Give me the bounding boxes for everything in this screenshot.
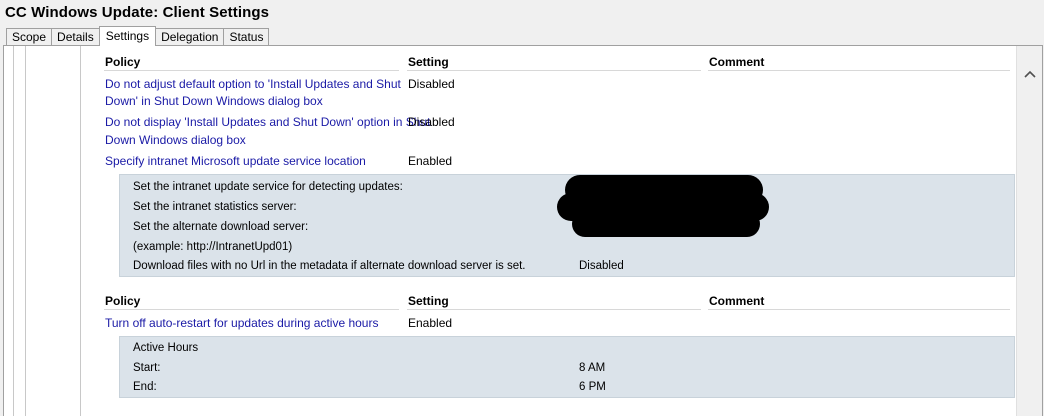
tab-settings[interactable]: Settings xyxy=(98,26,157,46)
detail-label: Set the intranet update service for dete… xyxy=(133,181,403,193)
report-content: Policy Setting Comment Do not adjust def… xyxy=(4,46,1019,416)
chevron-up-icon[interactable] xyxy=(1023,68,1037,80)
detail-label: Start: xyxy=(133,362,161,374)
detail-label: Download files with no Url in the metada… xyxy=(133,260,526,272)
detail-value: 6 PM xyxy=(579,381,606,393)
policy-details-panel: Set the intranet update service for dete… xyxy=(119,174,1015,277)
window-title: CC Windows Update: Client Settings xyxy=(5,4,270,21)
policy-column-header: Policy xyxy=(105,294,141,308)
policy-setting-value: Disabled xyxy=(408,77,455,91)
policy-link[interactable]: Do not adjust default option to 'Install… xyxy=(105,76,401,93)
tab-delegation[interactable]: Delegation xyxy=(155,28,225,46)
policy-column-header: Policy xyxy=(105,55,141,69)
detail-label: Set the alternate download server: xyxy=(133,221,309,233)
redaction-mark xyxy=(572,211,760,237)
header-divider xyxy=(104,70,399,71)
policy-link[interactable]: Do not display 'Install Updates and Shut… xyxy=(105,114,430,131)
policy-link-continued[interactable]: Down Windows dialog box xyxy=(105,132,246,149)
policy-link[interactable]: Specify intranet Microsoft update servic… xyxy=(105,153,366,170)
tab-bar: Scope Details Settings Delegation Status xyxy=(6,26,270,46)
policy-setting-value: Enabled xyxy=(408,154,453,168)
tab-status[interactable]: Status xyxy=(223,28,270,46)
header-divider xyxy=(708,309,1010,310)
detail-label: End: xyxy=(133,381,157,393)
policy-details-panel: Active Hours Start: 8 AM End: 6 PM xyxy=(119,336,1015,398)
header-divider xyxy=(708,70,1010,71)
setting-column-header: Setting xyxy=(408,294,449,308)
detail-label: Active Hours xyxy=(133,342,199,354)
comment-column-header: Comment xyxy=(709,55,765,69)
tab-details[interactable]: Details xyxy=(51,28,100,46)
policy-link-continued[interactable]: Down' in Shut Down Windows dialog box xyxy=(105,93,323,110)
policy-link[interactable]: Turn off auto-restart for updates during… xyxy=(105,315,378,332)
detail-value: 8 AM xyxy=(579,362,606,374)
policy-setting-value: Enabled xyxy=(408,316,453,330)
detail-label: Set the intranet statistics server: xyxy=(133,201,297,213)
comment-column-header: Comment xyxy=(709,294,765,308)
policy-setting-value: Disabled xyxy=(408,115,455,129)
tab-scope[interactable]: Scope xyxy=(6,28,53,46)
header-divider xyxy=(104,309,399,310)
header-divider xyxy=(407,70,701,71)
detail-value: Disabled xyxy=(579,260,624,272)
header-divider xyxy=(407,309,701,310)
settings-report-pane: Policy Setting Comment Do not adjust def… xyxy=(3,45,1043,416)
vertical-scrollbar[interactable] xyxy=(1016,46,1042,416)
detail-label: (example: http://IntranetUpd01) xyxy=(133,241,293,253)
setting-column-header: Setting xyxy=(408,55,449,69)
